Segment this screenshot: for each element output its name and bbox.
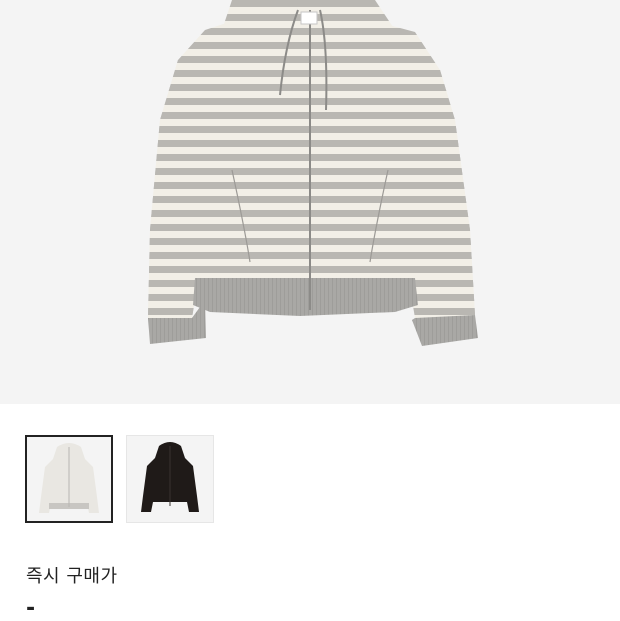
- instant-purchase-price-label: 즉시 구매가: [26, 566, 118, 587]
- black-zip-hoodie-icon: [141, 442, 199, 512]
- product-main-image[interactable]: [0, 0, 620, 404]
- striped-zip-hoodie-icon: [39, 443, 99, 513]
- thumbnail-striped-hoodie[interactable]: [25, 435, 113, 523]
- product-thumbnail-list: [25, 435, 214, 523]
- striped-hoodie-illustration: [148, 0, 478, 346]
- thumbnail-black-hoodie[interactable]: [126, 435, 214, 523]
- instant-purchase-price-value: -: [26, 596, 36, 621]
